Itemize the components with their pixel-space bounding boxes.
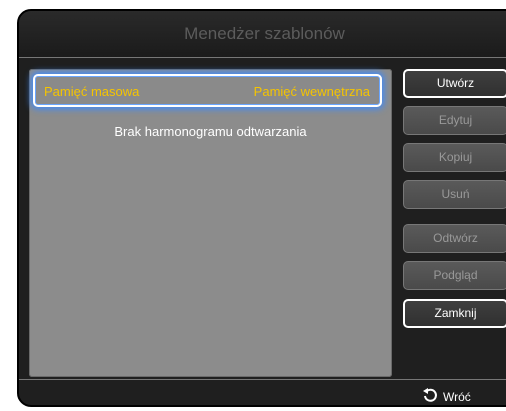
window-title: Menedżer szablonów [19, 11, 506, 57]
tab-mass-storage[interactable]: Pamięć masowa [44, 84, 139, 99]
back-button[interactable]: Wróć [422, 387, 471, 405]
edit-button[interactable]: Edytuj [403, 106, 506, 135]
delete-button[interactable]: Usuń [403, 180, 506, 209]
create-button[interactable]: Utwórz [403, 69, 506, 98]
schedule-list-panel: Pamięć masowa Pamięć wewnętrzna Brak har… [29, 69, 392, 377]
copy-button[interactable]: Kopiuj [403, 143, 506, 172]
close-button[interactable]: Zamknij [403, 299, 506, 328]
title-divider [19, 57, 506, 58]
return-arrow-icon [422, 387, 438, 405]
template-manager-window: Menedżer szablonów Pamięć masowa Pamięć … [17, 9, 506, 407]
preview-button[interactable]: Podgląd [403, 261, 506, 290]
empty-schedule-message: Brak harmonogramu odtwarzania [114, 124, 307, 139]
storage-selector[interactable]: Pamięć masowa Pamięć wewnętrzna [33, 74, 382, 107]
footer-divider [19, 379, 506, 380]
back-label: Wróć [443, 389, 471, 404]
tab-internal-memory[interactable]: Pamięć wewnętrzna [254, 84, 370, 99]
play-button[interactable]: Odtwórz [403, 224, 506, 253]
